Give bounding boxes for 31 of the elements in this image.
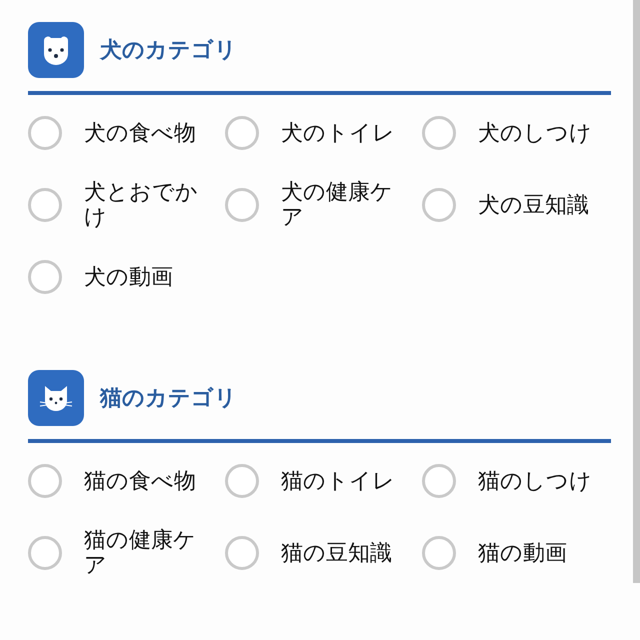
dog-face-icon	[28, 22, 84, 78]
radio-button[interactable]	[422, 536, 456, 570]
section-title: 猫のカテゴリ	[100, 385, 237, 413]
radio-button[interactable]	[225, 536, 259, 570]
option-label[interactable]: 犬のトイレ	[281, 120, 395, 146]
option-label[interactable]: 猫の動画	[478, 540, 567, 566]
scrollbar[interactable]	[633, 0, 640, 583]
radio-button[interactable]	[28, 188, 62, 222]
radio-button[interactable]	[225, 464, 259, 498]
option-label[interactable]: 猫の豆知識	[281, 540, 392, 566]
cat-face-icon	[28, 370, 84, 426]
option-label[interactable]: 犬の豆知識	[478, 192, 589, 218]
option-label[interactable]: 猫の食べ物	[84, 468, 196, 494]
radio-button[interactable]	[28, 116, 62, 150]
option-label[interactable]: 犬の健康ケア	[281, 180, 406, 230]
radio-button[interactable]	[422, 116, 456, 150]
option-label[interactable]: 猫のトイレ	[281, 468, 395, 494]
radio-button[interactable]	[422, 464, 456, 498]
section-title: 犬のカテゴリ	[100, 37, 237, 65]
radio-button[interactable]	[28, 536, 62, 570]
option-label[interactable]: 犬のしつけ	[478, 120, 592, 146]
radio-button[interactable]	[225, 188, 259, 222]
radio-button[interactable]	[28, 260, 62, 294]
option-label[interactable]: 猫の健康ケア	[84, 528, 209, 578]
option-label[interactable]: 猫のしつけ	[478, 468, 592, 494]
option-label[interactable]: 犬の動画	[84, 264, 173, 290]
radio-button[interactable]	[225, 116, 259, 150]
option-label[interactable]: 犬とおでかけ	[84, 180, 209, 230]
radio-button[interactable]	[422, 188, 456, 222]
radio-button[interactable]	[28, 464, 62, 498]
option-label[interactable]: 犬の食べ物	[84, 120, 196, 146]
